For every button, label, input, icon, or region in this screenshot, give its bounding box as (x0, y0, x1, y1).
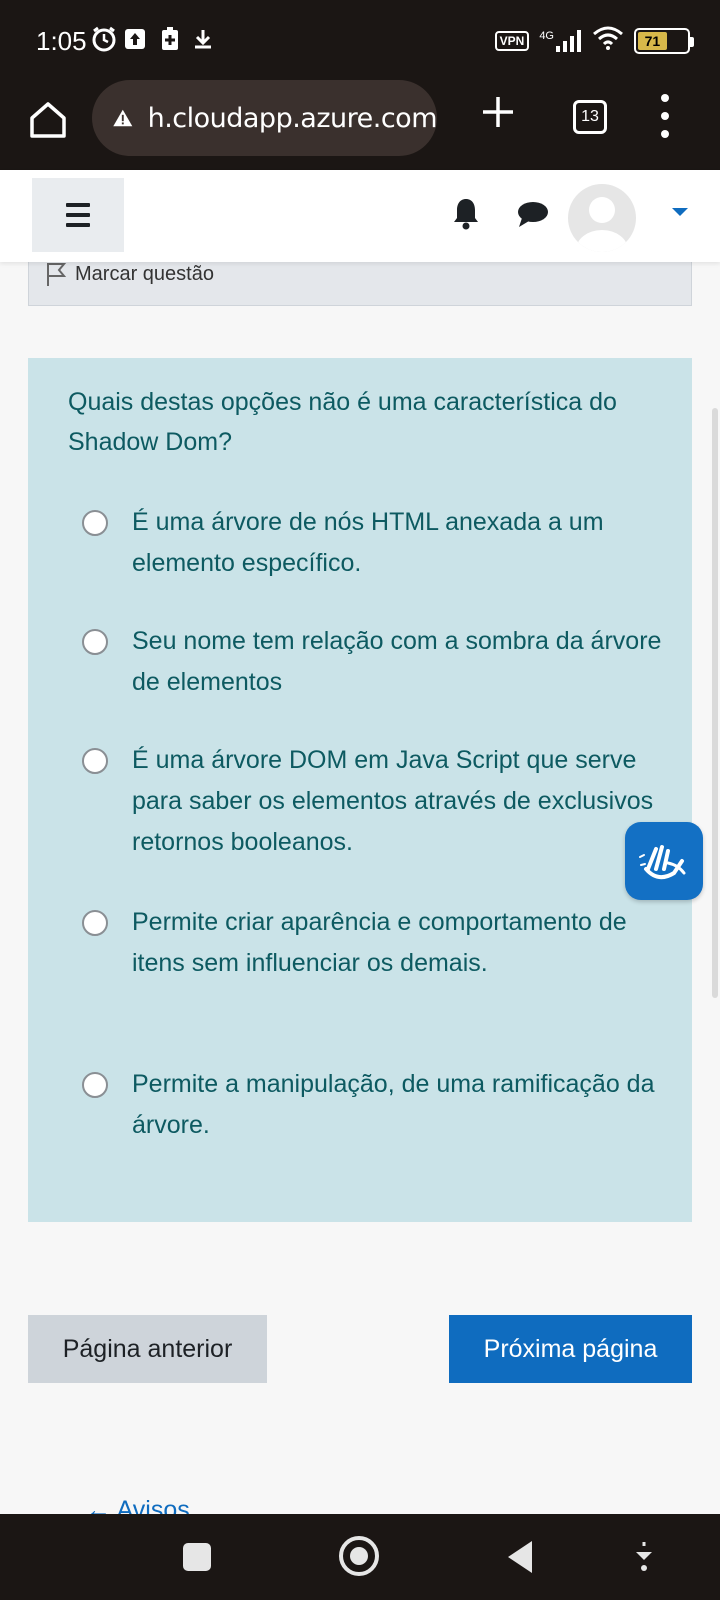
radio-button[interactable] (82, 910, 108, 936)
chat-icon (518, 202, 548, 227)
page-scrollbar[interactable] (712, 408, 718, 998)
url-text: h.cloudapp.azure.com (147, 102, 438, 134)
plus-icon (483, 97, 513, 127)
next-page-button[interactable]: Próxima página (449, 1315, 692, 1383)
battery-icon: 71 (634, 27, 694, 54)
bell-icon (454, 199, 478, 230)
tab-count: 13 (581, 108, 599, 125)
radio-button[interactable] (82, 748, 108, 774)
flag-question-label: Marcar questão (75, 263, 214, 285)
messages-button[interactable] (516, 200, 550, 228)
sign-language-button[interactable] (625, 822, 703, 900)
radio-button[interactable] (82, 629, 108, 655)
hide-keyboard-button[interactable] (632, 1542, 656, 1572)
answer-option-label: É uma árvore DOM em Java Script que serv… (132, 746, 654, 856)
home-icon (30, 102, 66, 138)
battery-saver-icon (160, 24, 180, 54)
question-text: Quais destas opções não é uma caracterís… (68, 388, 617, 456)
answer-option-label: Permite a manipulação, de uma ramificaçã… (132, 1070, 655, 1139)
radio-button[interactable] (82, 1072, 108, 1098)
user-menu-caret-icon[interactable] (672, 208, 688, 216)
system-nav-bar (0, 1514, 720, 1600)
answer-option[interactable]: Permite a manipulação, de uma ramificaçã… (82, 1064, 662, 1146)
browser-menu-button[interactable] (655, 94, 675, 138)
upload-icon (124, 24, 146, 54)
answer-option-label: Permite criar aparência e comportamento … (132, 908, 627, 977)
answer-option[interactable]: Seu nome tem relação com a sombra da árv… (82, 621, 662, 703)
home-nav-button[interactable] (339, 1536, 379, 1576)
network-type: 4G (539, 29, 554, 42)
alarm-icon (90, 24, 118, 54)
browser-toolbar: h.cloudapp.azure.com 13 (0, 78, 720, 170)
more-vert-icon (661, 94, 669, 102)
answer-option[interactable]: É uma árvore DOM em Java Script que serv… (82, 740, 662, 863)
radio-button[interactable] (82, 510, 108, 536)
status-bar: 1:05 VPN 4G 71 (0, 0, 720, 78)
signal-icon: 4G (539, 29, 582, 52)
status-indicators: VPN 4G 71 (494, 26, 694, 55)
site-header (0, 170, 720, 262)
answer-option[interactable]: Permite criar aparência e comportamento … (82, 902, 662, 984)
tab-switcher-button[interactable]: 13 (573, 100, 607, 134)
address-bar[interactable]: h.cloudapp.azure.com (92, 80, 438, 156)
back-button[interactable] (508, 1541, 532, 1573)
home-button[interactable] (26, 98, 70, 142)
battery-level: 71 (638, 31, 667, 50)
download-icon (192, 24, 214, 54)
answer-option-label: É uma árvore de nós HTML anexada a um el… (132, 508, 604, 577)
answer-option-label: Seu nome tem relação com a sombra da árv… (132, 627, 662, 696)
sign-language-hands-icon (639, 845, 686, 880)
nav-drawer-button[interactable] (32, 178, 124, 252)
chevron-down-icon (636, 1542, 652, 1571)
user-icon (576, 197, 628, 252)
warning-icon (113, 109, 133, 127)
wifi-icon (592, 26, 624, 55)
user-avatar[interactable] (568, 184, 636, 252)
answer-option[interactable]: É uma árvore de nós HTML anexada a um el… (82, 502, 662, 584)
new-tab-button[interactable] (478, 94, 518, 134)
hamburger-icon (66, 203, 90, 207)
question-card: Quais destas opções não é uma caracterís… (28, 358, 692, 1222)
notifications-button[interactable] (452, 196, 480, 230)
previous-page-button[interactable]: Página anterior (28, 1315, 267, 1383)
flag-icon (47, 263, 67, 286)
recents-button[interactable] (183, 1543, 211, 1571)
vpn-badge: VPN (494, 30, 530, 51)
status-time: 1:05 (36, 26, 87, 56)
